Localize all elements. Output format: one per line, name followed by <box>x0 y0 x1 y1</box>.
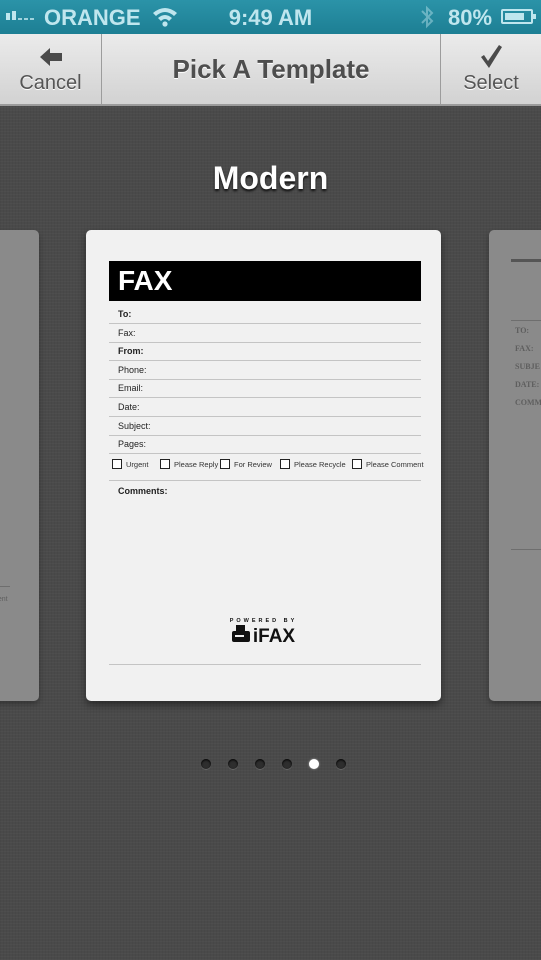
page-dot[interactable] <box>201 759 211 769</box>
divider <box>511 259 541 262</box>
cancel-label: Cancel <box>19 71 82 94</box>
field-row: Pages: <box>109 436 421 455</box>
template-card-next[interactable]: TO: FAX: SUBJE DATE: COMM <box>489 230 541 701</box>
checkbox-label: Please Comment <box>366 459 424 469</box>
checkbox-box <box>352 459 362 469</box>
next-field-label: FAX: <box>515 344 534 353</box>
checkbox-box <box>160 459 170 469</box>
fax-header: FAX <box>109 261 421 301</box>
next-field-label: TO: <box>515 326 530 335</box>
field-row: To: <box>109 306 421 324</box>
partial-text: ment <box>0 596 8 603</box>
arrow-left-icon <box>38 44 64 70</box>
divider <box>0 586 10 587</box>
page-dot[interactable] <box>282 759 292 769</box>
checkmark-icon <box>478 44 504 70</box>
checkbox-please-recycle[interactable]: Please Recycle <box>280 459 346 469</box>
field-row: Email: <box>109 380 421 399</box>
field-row: Subject: <box>109 418 421 436</box>
checkbox-box <box>112 459 122 469</box>
field-row: Fax: <box>109 325 421 343</box>
cancel-button[interactable]: Cancel <box>0 34 102 104</box>
brand-name: iFAX <box>252 625 296 647</box>
powered-by-logo: POWERED BY iFAX <box>86 618 441 648</box>
powered-by-text: POWERED BY <box>229 618 298 624</box>
checkbox-label: Please Reply <box>174 459 219 469</box>
select-label: Select <box>463 71 519 94</box>
page-dot-active[interactable] <box>309 759 319 769</box>
checkbox-label: Please Recycle <box>294 459 346 469</box>
checkbox-urgent[interactable]: Urgent <box>112 459 149 469</box>
divider <box>511 320 541 321</box>
checkbox-for-review[interactable]: For Review <box>220 459 272 469</box>
page-dot[interactable] <box>228 759 238 769</box>
page-indicator <box>0 759 541 769</box>
checkbox-label: For Review <box>234 459 272 469</box>
checkbox-label: Urgent <box>126 459 149 469</box>
checkbox-please-comment[interactable]: Please Comment <box>352 459 424 469</box>
status-bar: ORANGE 9:49 AM 80% <box>0 0 541 34</box>
checkbox-please-reply[interactable]: Please Reply <box>160 459 218 469</box>
fax-machine-icon <box>231 625 250 648</box>
checkbox-box <box>220 459 230 469</box>
template-name: Modern <box>212 160 329 196</box>
divider <box>511 549 541 550</box>
next-field-label: SUBJE <box>515 362 540 371</box>
battery-icon <box>501 9 536 24</box>
navigation-bar: Cancel Pick A Template Select <box>0 34 541 106</box>
select-button[interactable]: Select <box>440 34 541 104</box>
template-card-previous[interactable]: ment <box>0 230 39 701</box>
field-row: Date: <box>109 399 421 417</box>
bluetooth-icon <box>419 4 435 36</box>
comments-label: Comments: <box>118 486 168 496</box>
divider <box>109 480 421 481</box>
next-field-label: COMM <box>515 398 541 407</box>
battery-percent: 80% <box>448 5 493 30</box>
field-row: From: <box>109 343 421 362</box>
page-dot[interactable] <box>336 759 346 769</box>
checkbox-box <box>280 459 290 469</box>
field-row: Phone: <box>109 362 421 380</box>
divider <box>109 664 421 665</box>
page-dot[interactable] <box>255 759 265 769</box>
page-title: Pick A Template <box>172 53 370 84</box>
template-card-modern[interactable]: FAX To: Fax: From: Phone: Email: Date: Subject… <box>86 230 441 701</box>
next-field-label: DATE: <box>515 380 540 389</box>
